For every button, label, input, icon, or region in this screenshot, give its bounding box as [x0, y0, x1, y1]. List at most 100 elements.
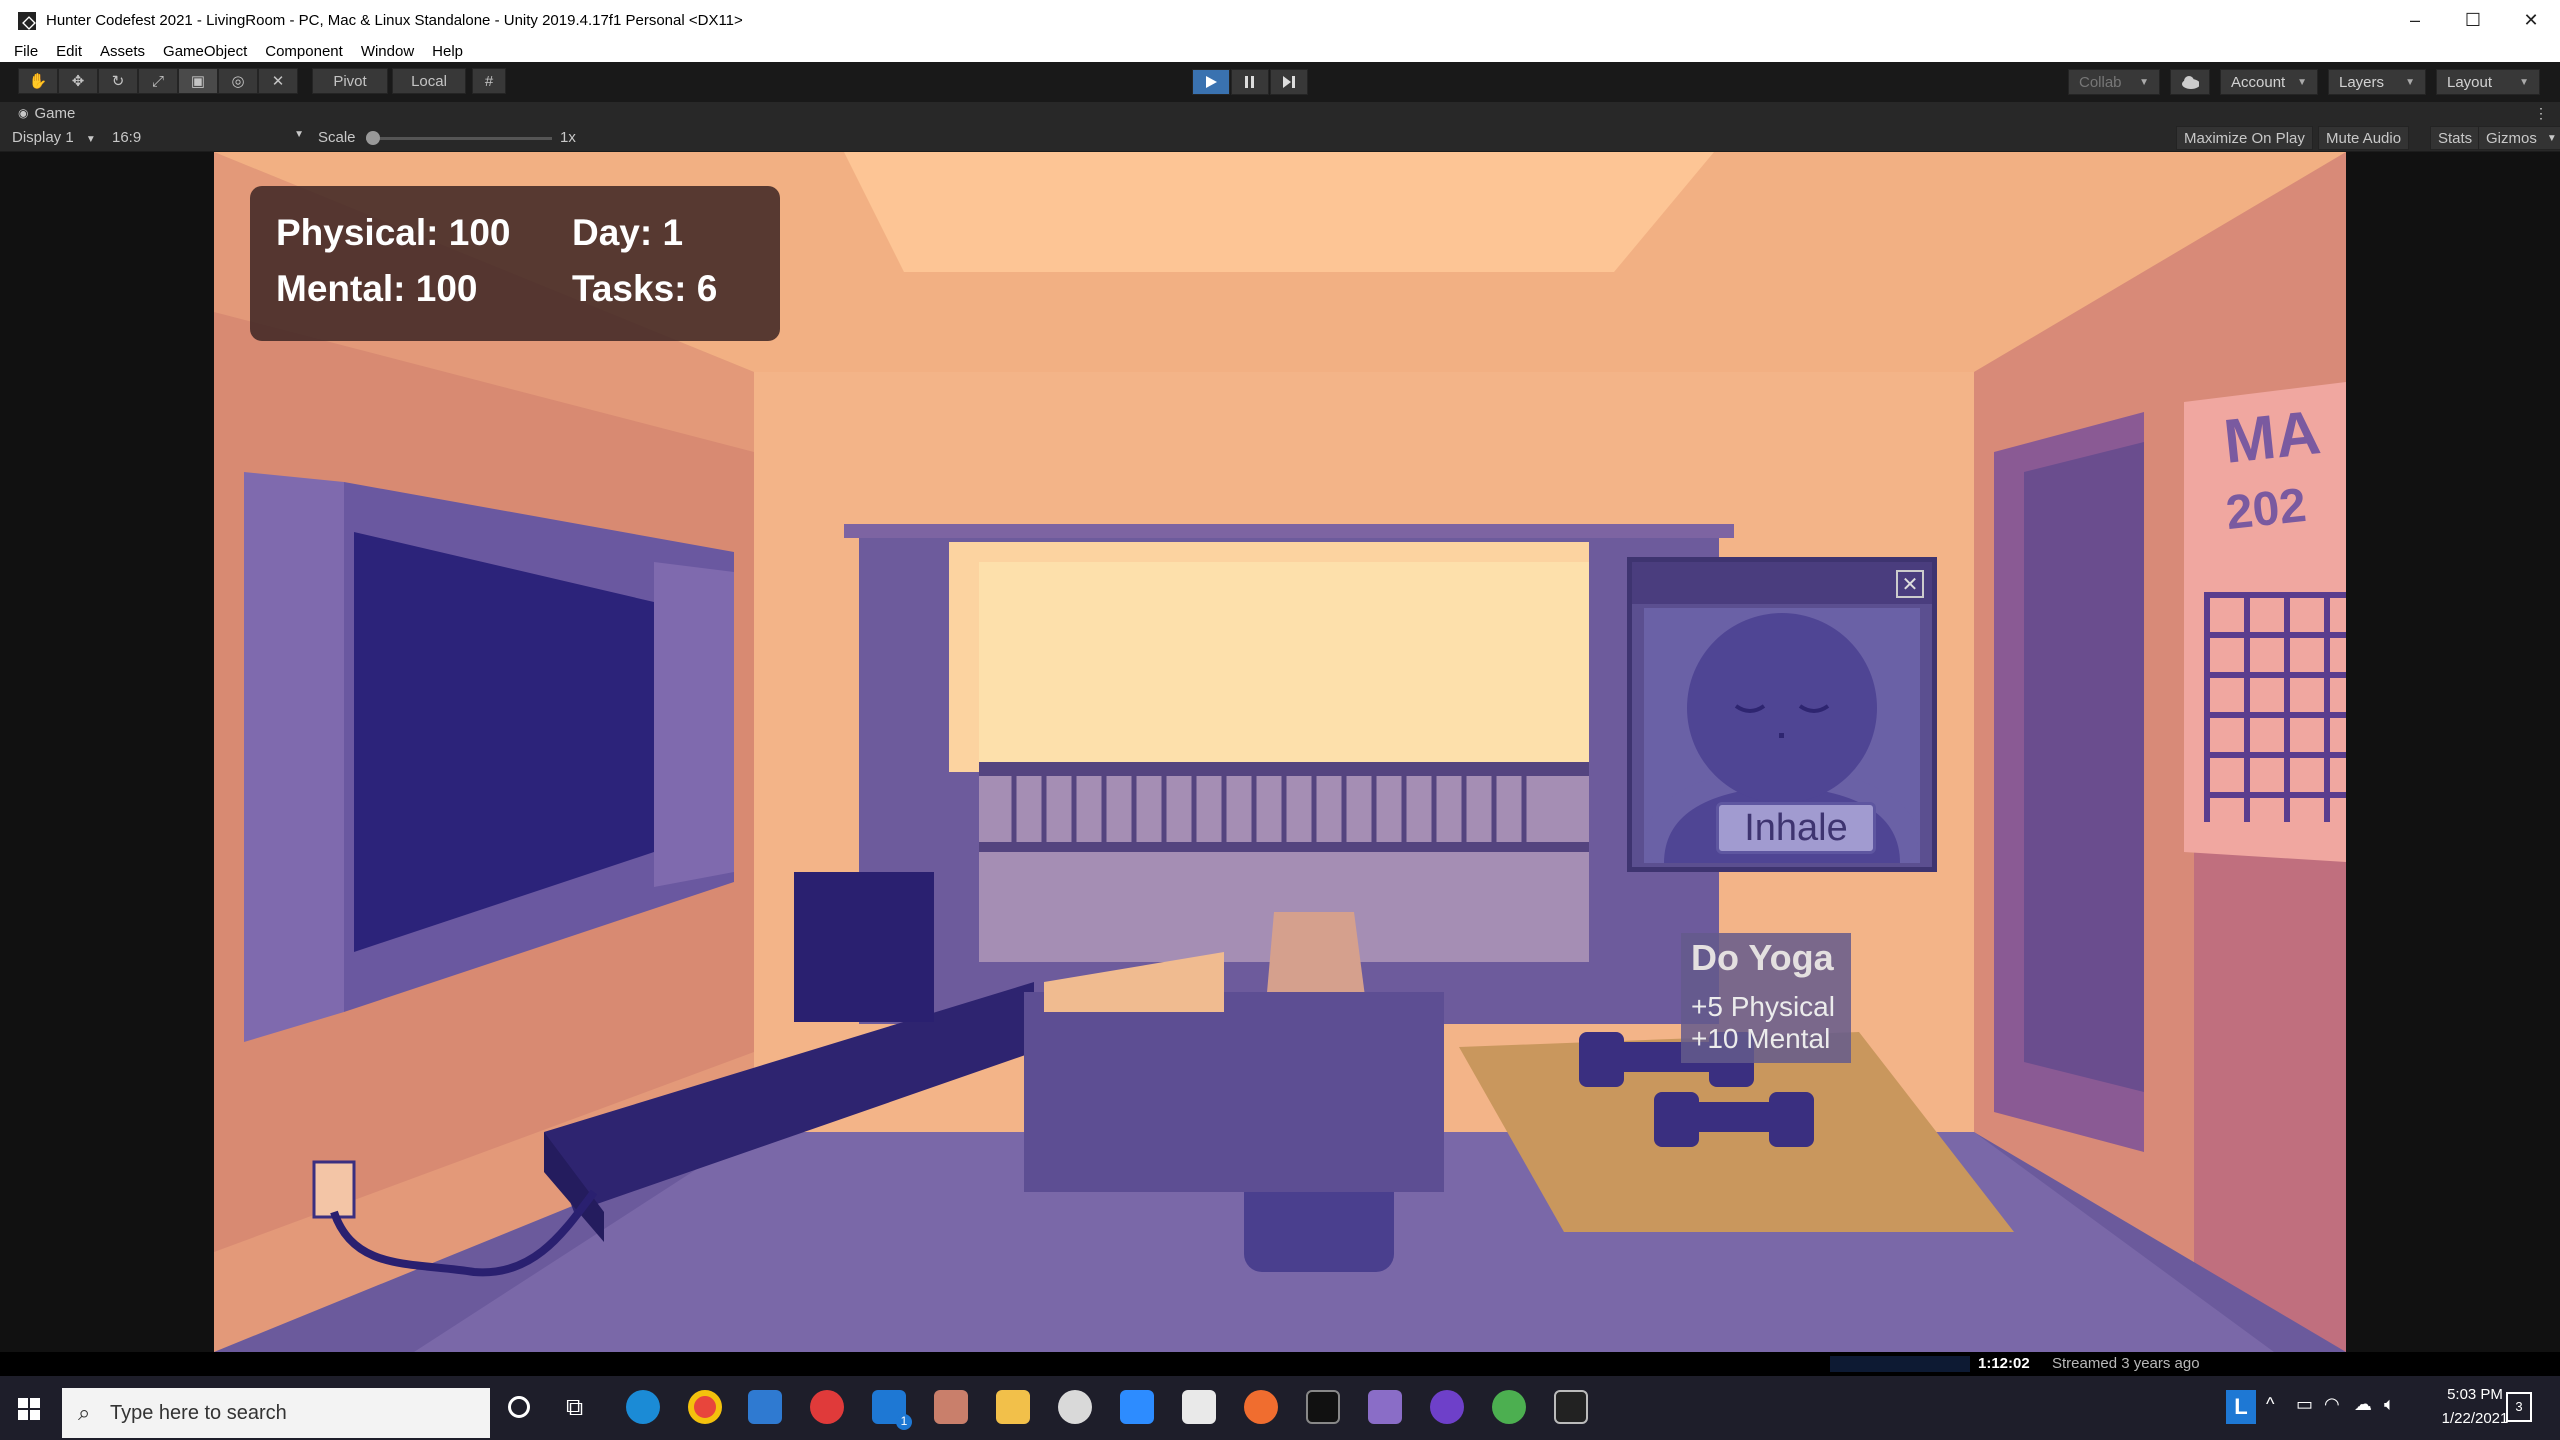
search-icon: ⌕	[78, 1400, 91, 1425]
display-dropdown[interactable]: Display 1 ▼	[12, 129, 96, 146]
menu-help[interactable]: Help	[432, 43, 463, 60]
hand-tool-icon[interactable]: ✋	[18, 68, 58, 94]
stream-time: 1:12:02	[1978, 1355, 2030, 1372]
file-explorer-icon[interactable]	[996, 1390, 1030, 1424]
close-icon[interactable]: ✕	[1896, 570, 1924, 598]
stats-toggle[interactable]: Stats	[2430, 126, 2481, 150]
maximize-button[interactable]: ☐	[2444, 0, 2502, 41]
github-icon[interactable]	[1430, 1390, 1464, 1424]
toolbar: ✋ ✥ ↻ ⤢ ▣ ◎ ✕ Pivot Local # Collab ▼ Acco…	[0, 62, 2560, 102]
tray-device-icon[interactable]: ▭	[2296, 1394, 2313, 1415]
tooltip-mental: +10 Mental	[1691, 1023, 1831, 1054]
windows-start-icon[interactable]	[18, 1398, 40, 1420]
document-icon[interactable]	[1182, 1390, 1216, 1424]
display-label: Display 1	[12, 129, 74, 146]
menu-window[interactable]: Window	[361, 43, 414, 60]
edge-browser-icon[interactable]	[626, 1390, 660, 1424]
cloud-button[interactable]	[2170, 69, 2210, 95]
volume-icon[interactable]: 🔈︎	[2384, 1394, 2395, 1415]
wifi-icon[interactable]: ◠	[2324, 1394, 2340, 1415]
tooltip-physical: +5 Physical	[1691, 991, 1835, 1022]
onedrive-icon[interactable]: ☁	[2354, 1394, 2372, 1415]
game-view-bar: Display 1 ▼ 16:9 ▼ Scale 1x Maximize On P…	[0, 124, 2560, 152]
mute-audio-label: Mute Audio	[2326, 129, 2402, 147]
minimize-button[interactable]: –	[2386, 0, 2444, 41]
move-tool-icon[interactable]: ✥	[58, 68, 98, 94]
step-icon	[1283, 76, 1295, 88]
tray-chevron-icon[interactable]: ^	[2266, 1394, 2274, 1415]
terminal-icon[interactable]	[1306, 1390, 1340, 1424]
notification-icon[interactable]: 3	[2506, 1392, 2532, 1422]
grid-snap-icon[interactable]: #	[472, 68, 506, 94]
stats-hud: Physical: 100 Day: 1 Mental: 100 Tasks: …	[250, 186, 780, 341]
game-view-icon: ◉	[18, 106, 29, 120]
unity-icon	[18, 11, 36, 30]
collab-dropdown[interactable]: Collab ▼	[2068, 69, 2160, 95]
game-tab-label: Game	[34, 104, 76, 122]
cloud-icon	[2182, 76, 2199, 89]
mail-icon[interactable]: 1	[872, 1390, 912, 1430]
pause-button[interactable]	[1231, 69, 1269, 95]
window-title: Hunter Codefest 2021 - LivingRoom - PC, …	[46, 12, 743, 29]
transform-tool-icon[interactable]: ◎	[218, 68, 258, 94]
account-label: Account	[2231, 73, 2286, 91]
play-button[interactable]	[1192, 69, 1230, 95]
pivot-toggle[interactable]: Pivot	[312, 68, 388, 94]
scale-slider-handle[interactable]	[366, 131, 380, 145]
pivot-label: Pivot	[333, 72, 367, 90]
title-bar: Hunter Codefest 2021 - LivingRoom - PC, …	[0, 0, 2560, 41]
layers-label: Layers	[2339, 73, 2385, 91]
local-toggle[interactable]: Local	[392, 68, 466, 94]
layout-dropdown[interactable]: Layout ▼	[2436, 69, 2540, 95]
mute-audio-toggle[interactable]: Mute Audio	[2318, 126, 2410, 150]
tray-app-icon[interactable]: L	[2226, 1390, 2256, 1424]
chrome-icon[interactable]	[688, 1390, 722, 1424]
unity-taskbar-icon[interactable]	[1554, 1390, 1588, 1424]
stream-thumbnail	[1830, 1356, 1970, 1372]
maximize-on-play-label: Maximize On Play	[2184, 129, 2305, 147]
game-app-icon[interactable]	[934, 1390, 968, 1424]
notification-count: 3	[2515, 1399, 2523, 1414]
maximize-on-play-toggle[interactable]: Maximize On Play	[2176, 126, 2313, 150]
kebab-menu-icon[interactable]: ⋮	[2534, 105, 2548, 122]
task-view-icon[interactable]: ⧉	[566, 1394, 583, 1422]
custom-tool-icon[interactable]: ✕	[258, 68, 298, 94]
menu-assets[interactable]: Assets	[100, 43, 145, 60]
day-stat: Day: 1	[572, 212, 684, 253]
rotate-tool-icon[interactable]: ↻	[98, 68, 138, 94]
account-dropdown[interactable]: Account ▼	[2220, 69, 2318, 95]
layers-dropdown[interactable]: Layers ▼	[2328, 69, 2426, 95]
close-button[interactable]: ✕	[2502, 0, 2560, 41]
aspect-label: 16:9	[112, 129, 142, 146]
game-scene[interactable]: MA 202 Physical: 100 Day: 1 Mental: 100 …	[214, 152, 2346, 1352]
local-label: Local	[411, 72, 447, 90]
game-tab[interactable]: ◉ Game ⋮	[0, 102, 2560, 124]
zoom-icon[interactable]	[1120, 1390, 1154, 1424]
stream-status: Streamed 3 years ago	[2052, 1355, 2200, 1372]
tooltip-title: Do Yoga	[1691, 937, 1834, 978]
aspect-dropdown[interactable]: 16:9 ▼	[112, 129, 304, 146]
menu-file[interactable]: File	[14, 43, 38, 60]
scale-slider[interactable]	[366, 137, 552, 140]
inhale-button[interactable]: Inhale	[1716, 802, 1876, 854]
green-app-icon[interactable]	[1492, 1390, 1526, 1424]
step-button[interactable]	[1270, 69, 1308, 95]
stream-overlay: 1:12:02 Streamed 3 years ago	[0, 1352, 2560, 1376]
rect-tool-icon[interactable]: ▣	[178, 68, 218, 94]
scale-label: Scale	[318, 129, 356, 146]
layout-label: Layout	[2447, 73, 2493, 91]
ubuntu-icon[interactable]	[1244, 1390, 1278, 1424]
store-icon[interactable]	[748, 1390, 782, 1424]
physical-stat: Physical: 100	[276, 212, 511, 253]
taskbar-search-input[interactable]: ⌕ Type here to search	[62, 1388, 490, 1438]
scale-tool-icon[interactable]: ⤢	[138, 68, 178, 94]
menu-edit[interactable]: Edit	[56, 43, 82, 60]
cortana-icon[interactable]	[508, 1396, 530, 1418]
search-placeholder: Type here to search	[110, 1401, 287, 1424]
gizmos-dropdown[interactable]: Gizmos ▼	[2478, 126, 2560, 150]
menu-component[interactable]: Component	[265, 43, 343, 60]
menu-gameobject[interactable]: GameObject	[163, 43, 247, 60]
paint-icon[interactable]	[1058, 1390, 1092, 1424]
app-red-icon[interactable]	[810, 1390, 844, 1424]
media-app-icon[interactable]	[1368, 1390, 1402, 1424]
